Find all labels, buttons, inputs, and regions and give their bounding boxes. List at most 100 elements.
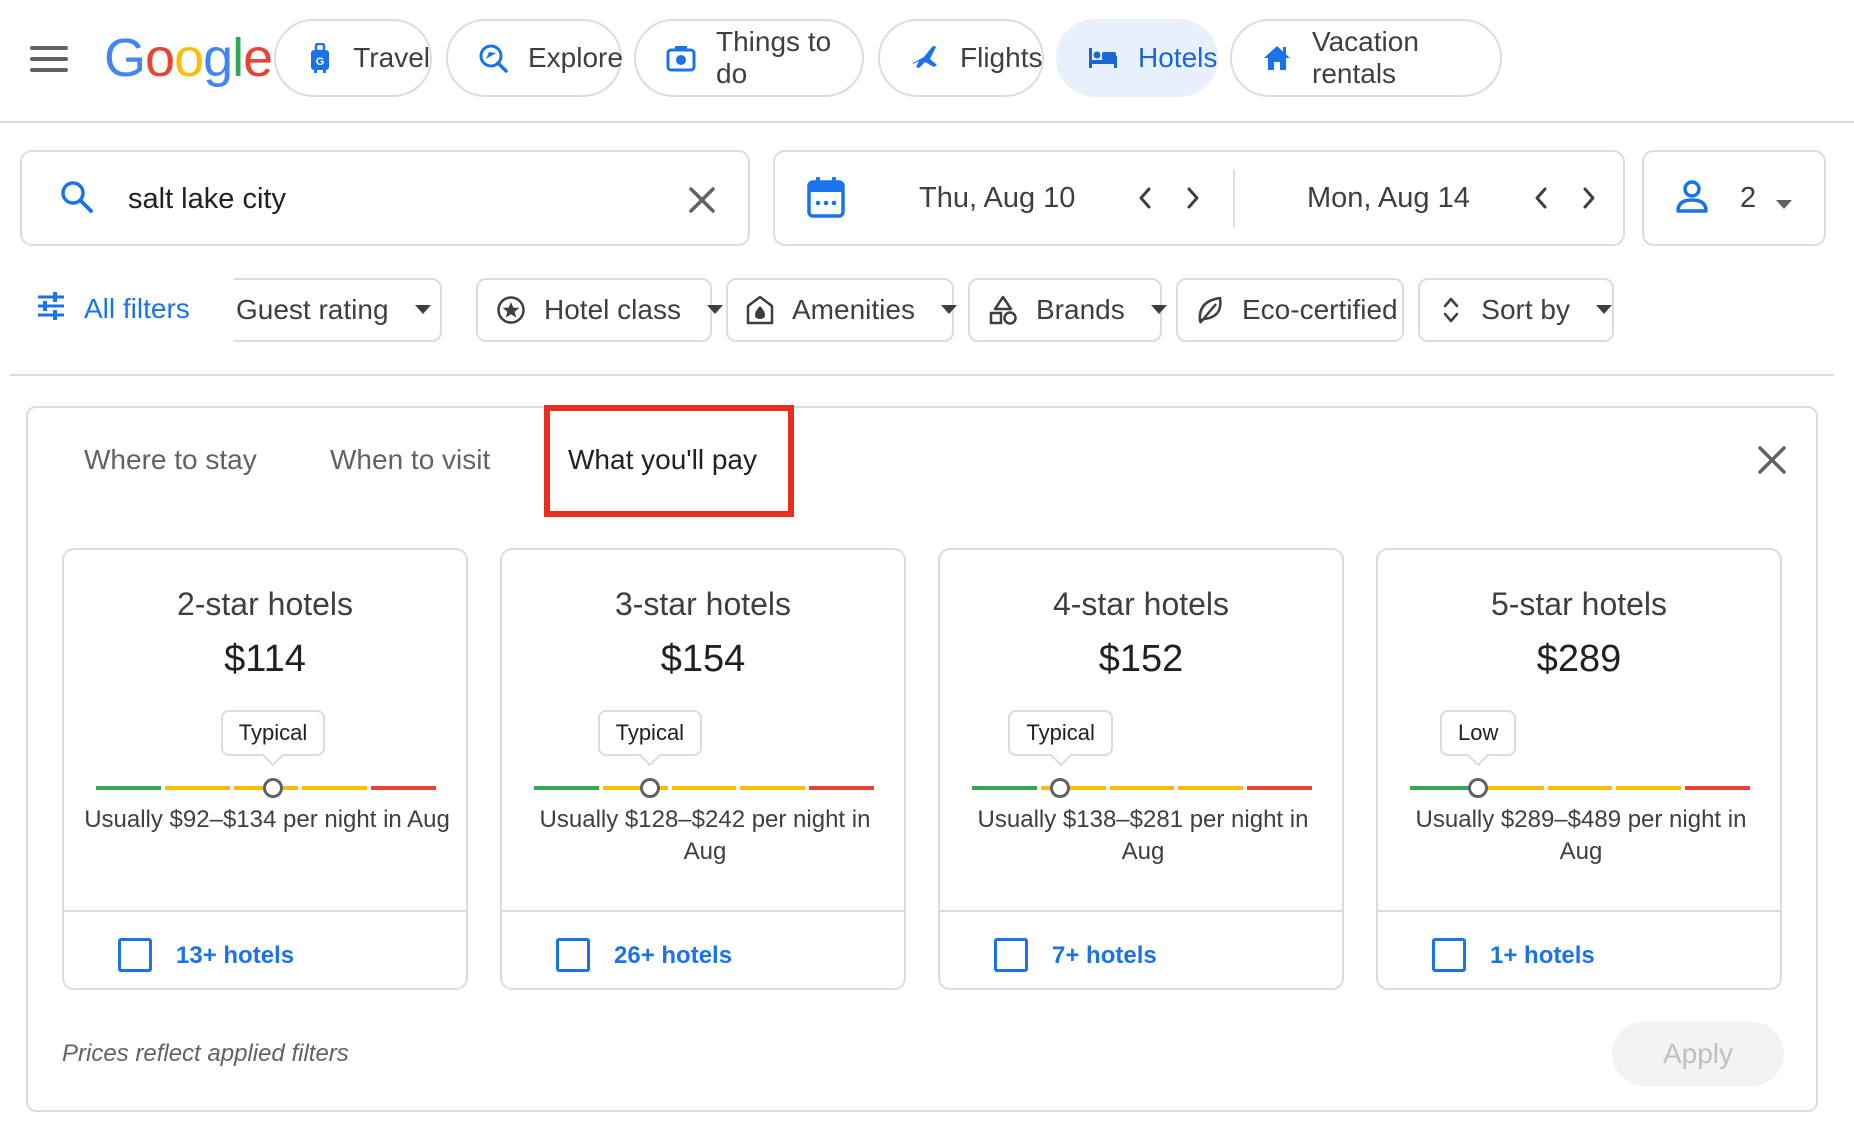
filter-chip-brands[interactable]: Brands xyxy=(968,278,1167,342)
filter-chip-label: Guest rating xyxy=(236,294,389,325)
star-circle-icon xyxy=(496,295,526,325)
app-header: Google G Travel Explore Things to do Fli… xyxy=(0,0,1854,123)
airplane-icon xyxy=(910,43,940,73)
select-4-star-checkbox[interactable] xyxy=(994,938,1028,972)
check-out-next-arrow-icon[interactable] xyxy=(1571,180,1607,216)
tab-where-to-stay[interactable]: Where to stay xyxy=(84,444,257,476)
all-filters-button[interactable]: All filters xyxy=(36,292,190,325)
card-divider xyxy=(502,910,904,912)
date-divider xyxy=(1233,170,1235,228)
price-range-segment xyxy=(1547,786,1613,790)
calendar-icon[interactable] xyxy=(807,176,845,223)
hotel-count-link[interactable]: 13+ hotels xyxy=(176,942,294,970)
bed-icon xyxy=(1088,43,1118,73)
price-range-bar xyxy=(534,786,874,790)
chevron-down-icon xyxy=(940,301,957,319)
filter-chip-label: Eco-certified xyxy=(1242,294,1398,325)
tab-when-to-visit[interactable]: When to visit xyxy=(330,444,490,476)
price-card-2-star: 2-star hotels $114 Typical Usually $92–$… xyxy=(62,548,468,990)
select-5-star-checkbox[interactable] xyxy=(1432,938,1466,972)
date-picker[interactable]: Thu, Aug 10 Mon, Aug 14 xyxy=(773,150,1625,246)
hotel-count-link[interactable]: 26+ hotels xyxy=(614,942,732,970)
price-range-segment xyxy=(1685,786,1750,790)
location-search-box[interactable] xyxy=(20,150,750,246)
nav-tab-label: Things to do xyxy=(716,26,832,89)
card-title: 2-star hotels xyxy=(176,586,354,622)
price-card-4-star: 4-star hotels $152 Typical Usually $138–… xyxy=(938,548,1344,990)
price-level-tag: Typical xyxy=(1008,710,1113,756)
card-price: $152 xyxy=(1098,638,1184,680)
typical-price-range: Usually $138–$281 per night in Aug xyxy=(977,806,1309,865)
nav-tab-flights[interactable]: Flights xyxy=(878,19,1044,97)
nav-tab-hotels[interactable]: Hotels xyxy=(1056,19,1218,97)
price-range-bar xyxy=(1410,786,1750,790)
price-level-tag: Low xyxy=(1440,710,1517,756)
check-out-date[interactable]: Mon, Aug 14 xyxy=(1307,182,1470,215)
select-3-star-checkbox[interactable] xyxy=(556,938,590,972)
card-price: $289 xyxy=(1536,638,1622,680)
nav-tab-label: Vacation rentals xyxy=(1312,26,1419,89)
search-icon xyxy=(60,180,94,219)
card-title: 4-star hotels xyxy=(1052,586,1230,622)
card-title: 3-star hotels xyxy=(614,586,792,622)
price-range-segment xyxy=(1109,786,1175,790)
nav-tab-things-to-do[interactable]: Things to do xyxy=(634,19,864,97)
google-logo[interactable]: Google xyxy=(104,28,273,88)
close-icon[interactable] xyxy=(684,182,720,218)
card-divider xyxy=(64,910,466,912)
filter-chip-label: Brands xyxy=(1036,294,1125,325)
check-in-prev-arrow-icon[interactable] xyxy=(1127,180,1163,216)
camera-icon xyxy=(666,43,696,73)
price-marker xyxy=(1050,778,1071,798)
price-range-segment xyxy=(1178,786,1244,790)
filter-chip-amenities[interactable]: Amenities xyxy=(726,278,957,342)
prices-note: Prices reflect applied filters xyxy=(62,1040,349,1067)
sort-icon xyxy=(1438,295,1463,325)
filter-chip-label: Hotel class xyxy=(544,294,681,325)
filter-chip-eco-certified[interactable]: Eco-certified xyxy=(1176,278,1404,342)
all-filters-label: All filters xyxy=(84,292,190,324)
hotel-count-link[interactable]: 7+ hotels xyxy=(1052,942,1157,970)
house-icon xyxy=(1262,43,1292,73)
location-search-input[interactable] xyxy=(128,178,648,220)
typical-price-range: Usually $92–$134 per night in Aug xyxy=(84,806,450,833)
card-divider xyxy=(940,910,1342,912)
price-card-5-star: 5-star hotels $289 Low Usually $289–$489… xyxy=(1376,548,1782,990)
amenities-icon xyxy=(746,295,774,325)
filter-chips-scroller: Guest rating Hotel class Amenities Brand… xyxy=(234,278,1824,344)
price-range-segment xyxy=(371,786,436,790)
card-title: 5-star hotels xyxy=(1490,586,1668,622)
leaf-icon xyxy=(1196,295,1224,325)
check-in-next-arrow-icon[interactable] xyxy=(1175,180,1211,216)
close-icon[interactable] xyxy=(1752,440,1792,480)
apply-button[interactable]: Apply xyxy=(1612,1022,1784,1086)
price-marker xyxy=(262,778,283,798)
filter-chip-hotel-class[interactable]: Hotel class xyxy=(476,278,723,342)
nav-tab-label: Hotels xyxy=(1138,42,1218,73)
nav-tab-vacation-rentals[interactable]: Vacation rentals xyxy=(1230,19,1502,97)
tab-what-youll-pay[interactable]: What you'll pay xyxy=(568,444,757,476)
filter-chip-label: Amenities xyxy=(792,294,915,325)
check-in-date[interactable]: Thu, Aug 10 xyxy=(919,182,1075,215)
price-range-segment xyxy=(164,786,230,790)
price-range-segment xyxy=(1247,786,1312,790)
hotel-count-link[interactable]: 1+ hotels xyxy=(1490,942,1595,970)
select-2-star-checkbox[interactable] xyxy=(118,938,152,972)
shapes-icon xyxy=(988,295,1018,325)
chevron-down-icon xyxy=(414,301,431,319)
chevron-down-icon xyxy=(706,301,723,319)
nav-tab-travel[interactable]: G Travel xyxy=(274,19,432,97)
nav-tab-explore[interactable]: Explore xyxy=(446,19,623,97)
check-out-prev-arrow-icon[interactable] xyxy=(1523,180,1559,216)
chevron-down-icon xyxy=(1776,196,1792,214)
filter-chip-sort-by[interactable]: Sort by xyxy=(1418,278,1614,342)
guest-count: 2 xyxy=(1740,182,1757,214)
main-menu-icon[interactable] xyxy=(30,46,68,72)
filter-chip-guest-rating[interactable]: Guest rating xyxy=(234,278,442,342)
guests-selector[interactable]: 2 xyxy=(1642,150,1826,246)
price-insights-panel: Where to stay When to visit What you'll … xyxy=(26,405,1818,1112)
card-price: $114 xyxy=(224,638,306,680)
card-price: $154 xyxy=(660,638,746,680)
typical-price-range: Usually $289–$489 per night in Aug xyxy=(1415,806,1747,865)
price-range-segment xyxy=(809,786,874,790)
